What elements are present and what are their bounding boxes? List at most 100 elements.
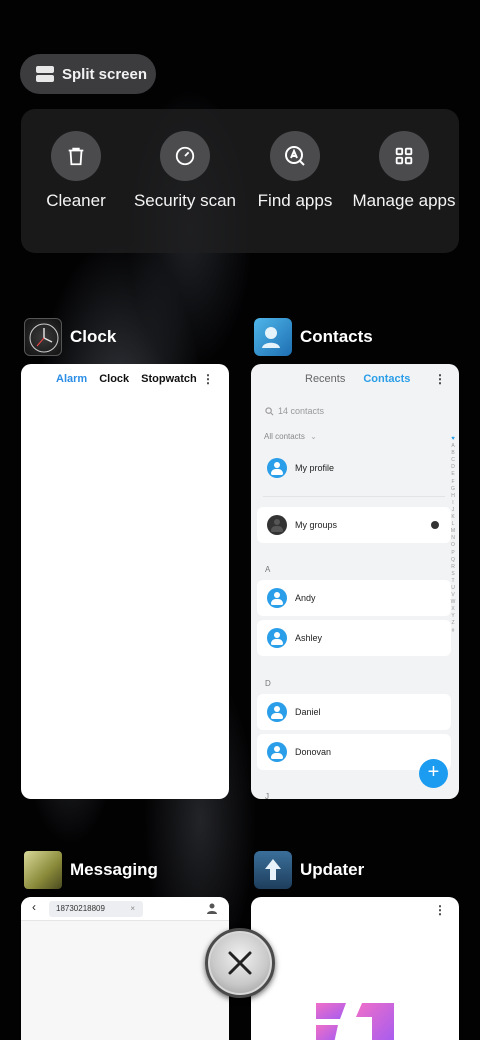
clear-all-button[interactable] bbox=[205, 928, 275, 998]
index-letter[interactable]: R bbox=[449, 564, 457, 571]
index-letter[interactable]: W bbox=[449, 599, 457, 606]
contact-row[interactable]: Daniel bbox=[257, 694, 451, 730]
quick-tools-panel: Cleaner Security scan Find apps Manage a… bbox=[21, 109, 459, 253]
recipient-chip[interactable]: 18730218809 × bbox=[49, 901, 143, 917]
avatar bbox=[267, 458, 287, 478]
index-letter[interactable]: X bbox=[449, 606, 457, 613]
index-letter[interactable]: B bbox=[449, 450, 457, 457]
index-letter[interactable]: Q bbox=[449, 557, 457, 564]
split-screen-icon bbox=[36, 66, 54, 82]
index-letter[interactable]: C bbox=[449, 457, 457, 464]
groups-avatar bbox=[267, 515, 287, 535]
index-letter[interactable]: M bbox=[449, 528, 457, 535]
index-letter[interactable]: J bbox=[449, 507, 457, 514]
security-scan-label: Security scan bbox=[133, 191, 237, 210]
clock-app-card[interactable]: Alarm Clock Stopwatch ⋮ bbox=[21, 364, 229, 799]
my-groups-label: My groups bbox=[295, 520, 338, 530]
index-letter[interactable]: I bbox=[449, 500, 457, 507]
tab-clock[interactable]: Clock bbox=[99, 373, 129, 385]
messaging-app-name: Messaging bbox=[70, 860, 158, 879]
index-letter[interactable]: H bbox=[449, 493, 457, 500]
index-letter[interactable]: K bbox=[449, 514, 457, 521]
index-letter[interactable]: D bbox=[449, 464, 457, 471]
split-screen-button[interactable]: Split screen bbox=[20, 54, 156, 94]
messaging-top-bar: ‹ 18730218809 × bbox=[21, 897, 229, 921]
manage-apps-label: Manage apps bbox=[352, 191, 456, 210]
index-letter[interactable]: U bbox=[449, 585, 457, 592]
security-scan-button[interactable]: Security scan bbox=[130, 131, 240, 211]
index-letter[interactable]: A bbox=[449, 443, 457, 450]
index-letter[interactable]: E bbox=[449, 471, 457, 478]
tab-alarm[interactable]: Alarm bbox=[56, 373, 87, 385]
clock-app-icon bbox=[24, 318, 62, 356]
index-letter[interactable]: L bbox=[449, 521, 457, 528]
divider bbox=[263, 496, 445, 497]
contact-name: Donovan bbox=[295, 747, 332, 757]
clock-tabs: Alarm Clock Stopwatch bbox=[56, 373, 197, 385]
clock-app-name: Clock bbox=[70, 327, 117, 346]
alphabet-index[interactable]: ♥ A B C D E F G H I J K L M N O P Q R S T U V W X Y Z # bbox=[449, 436, 457, 635]
more-options-icon[interactable]: ⋮ bbox=[434, 372, 446, 386]
gauge-icon bbox=[160, 131, 210, 181]
my-profile-label: My profile bbox=[295, 463, 335, 473]
updater-app-icon bbox=[254, 851, 292, 889]
grid-icon bbox=[379, 131, 429, 181]
updater-app-card[interactable]: ⋮ bbox=[251, 897, 459, 1040]
my-profile-row[interactable]: My profile bbox=[257, 450, 451, 486]
contacts-app-card[interactable]: Recents Contacts ⋮ 14 contacts All conta… bbox=[251, 364, 459, 799]
chevron-down-icon: ⌄ bbox=[310, 432, 317, 441]
my-groups-row[interactable]: My groups bbox=[257, 507, 451, 543]
split-screen-label: Split screen bbox=[62, 65, 148, 83]
search-icon bbox=[265, 406, 274, 415]
more-options-icon[interactable]: ⋮ bbox=[434, 903, 446, 917]
add-contact-button[interactable]: + bbox=[419, 759, 448, 788]
index-letter[interactable]: Y bbox=[449, 613, 457, 620]
index-letter[interactable]: O bbox=[449, 542, 457, 549]
contacts-app-header[interactable]: Contacts bbox=[254, 318, 373, 356]
contact-name: Daniel bbox=[295, 707, 321, 717]
manage-apps-button[interactable]: Manage apps bbox=[349, 131, 459, 211]
recipient-number: 18730218809 bbox=[56, 904, 105, 913]
messaging-app-icon bbox=[24, 851, 62, 889]
contacts-filter[interactable]: All contacts ⌄ bbox=[264, 432, 317, 441]
groups-badge-icon bbox=[431, 521, 439, 529]
updater-app-name: Updater bbox=[300, 860, 365, 879]
index-letter[interactable]: S bbox=[449, 571, 457, 578]
index-letter[interactable]: F bbox=[449, 479, 457, 486]
person-icon[interactable] bbox=[207, 903, 217, 914]
messaging-app-card[interactable]: ‹ 18730218809 × bbox=[21, 897, 229, 1040]
updater-app-header[interactable]: Updater bbox=[254, 851, 364, 889]
contacts-search[interactable]: 14 contacts bbox=[265, 406, 324, 416]
contacts-app-icon bbox=[254, 318, 292, 356]
contact-row[interactable]: Andy bbox=[257, 580, 451, 616]
heart-icon: ♥ bbox=[451, 436, 455, 442]
index-letter[interactable]: V bbox=[449, 592, 457, 599]
contact-row[interactable]: Ashley bbox=[257, 620, 451, 656]
contact-name: Andy bbox=[295, 593, 316, 603]
trash-icon bbox=[51, 131, 101, 181]
find-apps-button[interactable]: Find apps bbox=[240, 131, 350, 211]
index-letter[interactable]: # bbox=[449, 628, 457, 635]
clock-app-header[interactable]: Clock bbox=[24, 318, 116, 356]
close-icon bbox=[228, 951, 252, 975]
index-letter[interactable]: G bbox=[449, 486, 457, 493]
index-letter[interactable]: P bbox=[449, 550, 457, 557]
tab-recents[interactable]: Recents bbox=[305, 373, 345, 385]
index-letter[interactable]: N bbox=[449, 535, 457, 542]
index-letter[interactable]: T bbox=[449, 578, 457, 585]
index-letter[interactable]: Z bbox=[449, 620, 457, 627]
avatar bbox=[267, 628, 287, 648]
tab-contacts[interactable]: Contacts bbox=[363, 373, 410, 385]
back-icon[interactable]: ‹ bbox=[32, 900, 36, 914]
avatar bbox=[267, 588, 287, 608]
search-placeholder: 14 contacts bbox=[278, 406, 325, 416]
close-icon[interactable]: × bbox=[130, 901, 135, 917]
tab-stopwatch[interactable]: Stopwatch bbox=[141, 373, 197, 385]
cleaner-button[interactable]: Cleaner bbox=[21, 131, 131, 211]
section-letter: D bbox=[265, 679, 271, 688]
messaging-app-header[interactable]: Messaging bbox=[24, 851, 158, 889]
more-options-icon[interactable]: ⋮ bbox=[202, 372, 214, 386]
miui-logo-icon bbox=[316, 1003, 394, 1040]
filter-label: All contacts bbox=[264, 432, 305, 441]
find-apps-label: Find apps bbox=[257, 191, 333, 210]
